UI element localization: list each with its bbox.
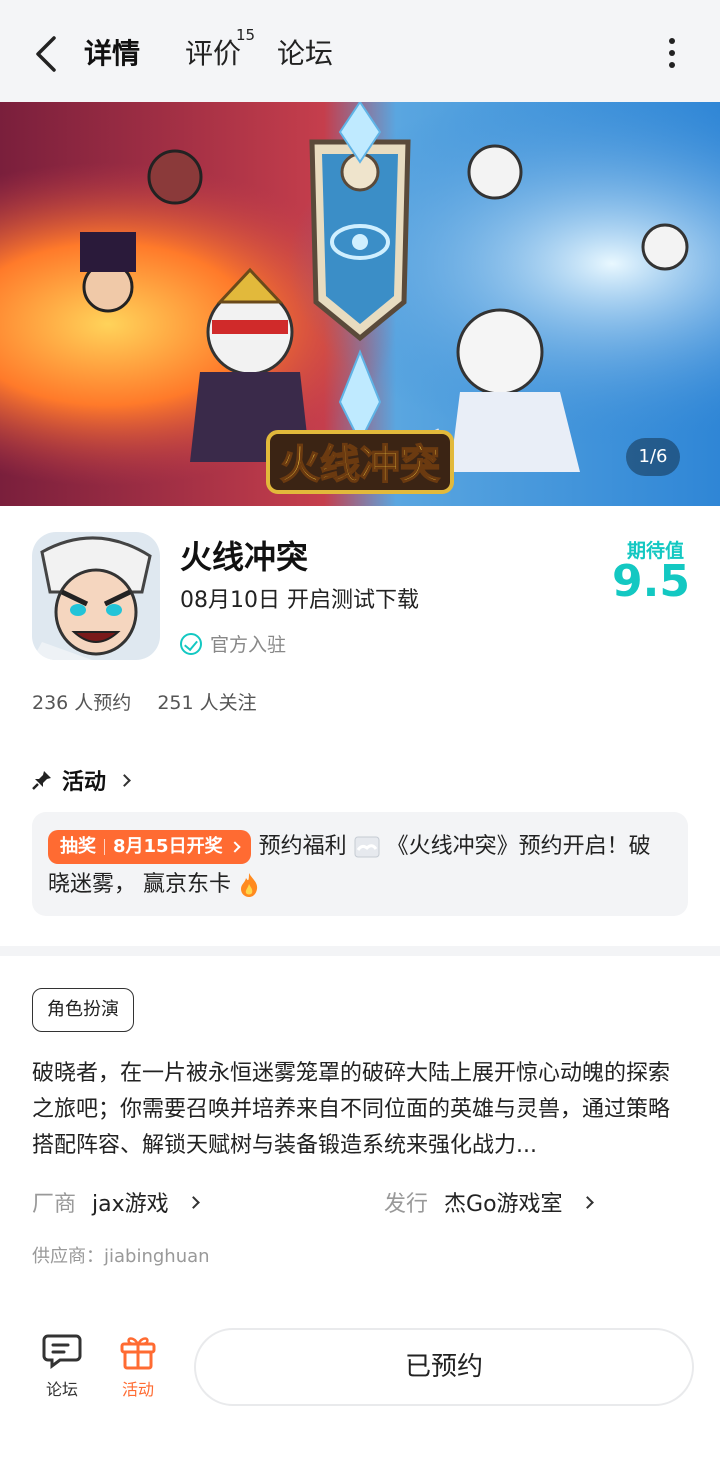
fire-emoji-icon bbox=[241, 873, 258, 897]
game-app-icon bbox=[32, 532, 160, 660]
game-title: 火线冲突 bbox=[180, 538, 309, 576]
bottom-forum-button[interactable]: 论坛 bbox=[32, 1332, 92, 1400]
tab-reviews-label: 评价 bbox=[185, 37, 242, 70]
bottom-activity-button[interactable]: 活动 bbox=[108, 1332, 168, 1400]
activity-section-header[interactable]: 活动 bbox=[32, 764, 131, 796]
tab-details[interactable]: 详情 bbox=[80, 36, 145, 74]
tab-reviews[interactable]: 评价 bbox=[185, 36, 241, 72]
bottom-activity-label: 活动 bbox=[121, 1380, 154, 1399]
more-options-icon[interactable] bbox=[660, 38, 684, 70]
tab-details-label: 详情 bbox=[84, 37, 141, 70]
banner-logo-text: 火线冲突 bbox=[280, 442, 440, 488]
banner-artwork: 火线冲突 bbox=[0, 102, 720, 506]
lottery-tag: 抽奖 8月15日开奖 bbox=[48, 830, 251, 864]
chevron-right-icon bbox=[580, 1195, 594, 1209]
publisher-name: 杰Go游戏室 bbox=[444, 1192, 563, 1217]
publisher-key: 发行 bbox=[384, 1192, 429, 1217]
lottery-tag-date: 8月15日开奖 bbox=[113, 836, 223, 857]
back-arrow-icon[interactable] bbox=[30, 34, 66, 74]
supplier-info: 供应商：jiabinghuan bbox=[32, 1246, 210, 1267]
bottom-forum-label: 论坛 bbox=[45, 1380, 78, 1399]
activity-card[interactable]: 抽奖 8月15日开奖 预约福利 《火线冲突》预约开启！破晓迷雾， 赢京东卡 bbox=[32, 812, 688, 916]
section-divider bbox=[0, 946, 720, 956]
forum-chat-icon bbox=[42, 1334, 82, 1369]
verified-check-icon bbox=[180, 632, 202, 655]
hero-banner-carousel[interactable]: 火线冲突 1/6 bbox=[0, 102, 720, 506]
expectation-score: 9.5 bbox=[612, 556, 690, 607]
chevron-right-icon bbox=[186, 1195, 200, 1209]
activity-header-label: 活动 bbox=[62, 770, 107, 795]
developer-name: jax游戏 bbox=[92, 1192, 169, 1217]
tab-forum[interactable]: 论坛 bbox=[277, 36, 333, 72]
tab-forum-label: 论坛 bbox=[277, 37, 334, 70]
gift-icon bbox=[120, 1337, 156, 1370]
developer-key: 厂商 bbox=[32, 1192, 77, 1217]
fog-emoji-icon bbox=[354, 836, 380, 858]
carousel-page-indicator: 1/6 bbox=[626, 438, 680, 476]
reservation-count: 236 人预约 bbox=[32, 692, 132, 714]
follower-count: 251 人关注 bbox=[157, 692, 257, 714]
publisher-link[interactable]: 发行 杰Go游戏室 bbox=[384, 1186, 594, 1218]
game-description[interactable]: 破晓者，在一片被永恒迷雾笼罩的破碎大陆上展开惊心动魄的探索之旅吧；你需要召唤并培… bbox=[32, 1056, 688, 1164]
official-badge: 官方入驻 bbox=[180, 630, 286, 657]
game-stats: 236 人预约 251 人关注 bbox=[32, 688, 257, 715]
pin-icon bbox=[32, 771, 51, 790]
top-nav-bar: 详情 评价 15 论坛 bbox=[0, 0, 720, 102]
developer-link[interactable]: 厂商 jax游戏 bbox=[32, 1186, 200, 1218]
lottery-tag-type: 抽奖 bbox=[60, 836, 96, 857]
activity-text-prefix: 预约福利 bbox=[258, 834, 347, 859]
official-label: 官方入驻 bbox=[210, 634, 287, 656]
chevron-right-icon bbox=[228, 841, 241, 853]
reserved-button[interactable]: 已预约 bbox=[194, 1328, 694, 1406]
chevron-right-icon bbox=[118, 773, 131, 787]
review-count-badge: 15 bbox=[236, 26, 256, 44]
release-info: 08月10日 开启测试下载 bbox=[180, 588, 419, 613]
genre-tag[interactable]: 角色扮演 bbox=[32, 988, 134, 1032]
